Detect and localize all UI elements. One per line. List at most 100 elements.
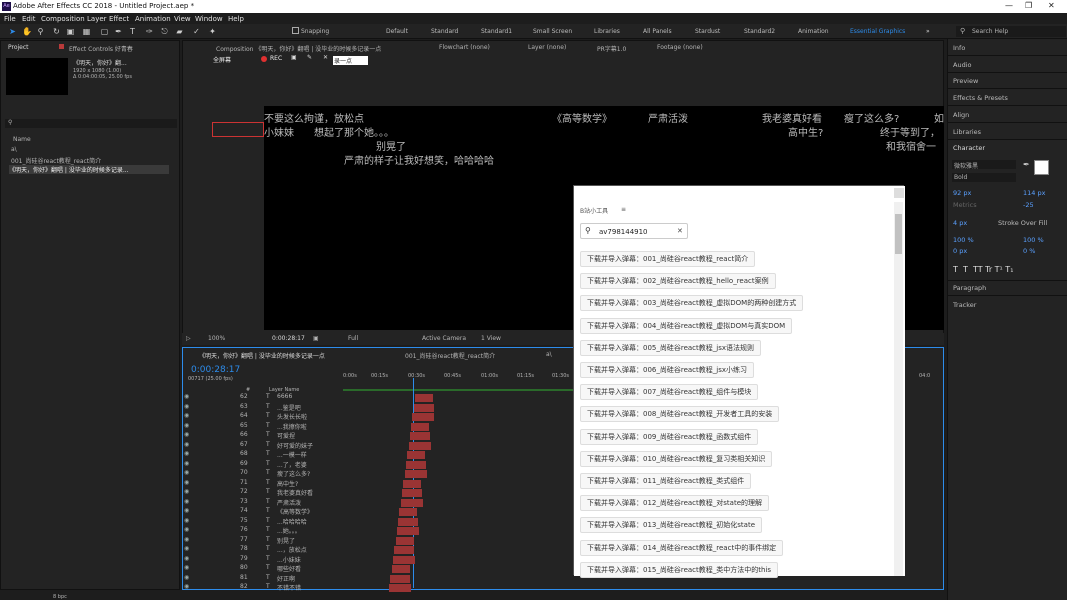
workspace-all-panels[interactable]: All Panels	[643, 28, 672, 35]
column-name-header[interactable]: Name	[13, 136, 31, 143]
download-danmaku-button[interactable]: 下载并导入弹幕：005_尚硅谷react教程_jsx语法规则	[580, 339, 762, 356]
workspace-standard[interactable]: Standard	[431, 28, 458, 35]
font-family-dropdown[interactable]: 微软雅黑	[952, 160, 1016, 170]
visibility-eye-icon[interactable]: ◉	[184, 564, 189, 571]
layer-duration-bar[interactable]	[415, 394, 433, 402]
layer-duration-bar[interactable]	[409, 432, 430, 440]
download-danmaku-button[interactable]: 下载并导入弹幕：003_尚硅谷react教程_虚拟DOM的两种创建方式	[580, 295, 804, 312]
work-area-bar[interactable]	[343, 389, 573, 391]
panel-audio[interactable]: Audio	[953, 61, 971, 69]
snapshot-icon[interactable]: ▣	[313, 335, 319, 342]
download-danmaku-button[interactable]: 下载并导入弹幕：013_尚硅谷react教程_初始化state	[580, 517, 763, 534]
resolution-dropdown[interactable]: Full	[348, 335, 358, 342]
rotate-tool-icon[interactable]: ↻	[52, 27, 61, 36]
layer-duration-bar[interactable]	[399, 508, 418, 516]
layer-duration-bar[interactable]	[394, 546, 415, 554]
close-small-icon[interactable]: ✕	[323, 54, 328, 61]
download-danmaku-button[interactable]: 下载并导入弹幕：015_尚硅谷react教程_类中方法中的this	[580, 561, 779, 578]
tab-composition[interactable]: Composition 《明天，你好》翻唱 | 没毕业的时候多记录一点	[216, 44, 381, 53]
pen-tool-icon[interactable]: ✒	[114, 27, 123, 36]
tab-project[interactable]: Project	[8, 44, 29, 51]
menu-effect[interactable]: Effect	[109, 15, 129, 23]
visibility-eye-icon[interactable]: ◉	[184, 441, 189, 448]
layer-row[interactable]: ◉ 63 T ...鉴是吧	[182, 403, 337, 412]
download-danmaku-button[interactable]: 下载并导入弹幕：011_尚硅谷react教程_类式组件	[580, 473, 752, 489]
leading-value[interactable]: 114 px	[1023, 189, 1045, 197]
close-icon[interactable]: ✕	[1048, 1, 1055, 10]
clone-stamp-tool-icon[interactable]: ⎋	[160, 27, 169, 36]
selection-tool-icon[interactable]: ➤	[8, 27, 17, 36]
visibility-eye-icon[interactable]: ◉	[184, 403, 189, 410]
layer-row[interactable]: ◉ 78 T ...，放松点	[182, 545, 337, 554]
workspace-animation[interactable]: Animation	[798, 28, 829, 35]
layer-row[interactable]: ◉ 68 T ...一模一样	[182, 450, 337, 459]
horizontal-scale-value[interactable]: 100 %	[1023, 236, 1044, 244]
layer-row[interactable]: ◉ 62 T 6666	[182, 393, 337, 402]
layer-duration-bar[interactable]	[405, 460, 426, 469]
visibility-eye-icon[interactable]: ◉	[184, 431, 189, 438]
visibility-eye-icon[interactable]: ◉	[184, 517, 189, 524]
visibility-eye-icon[interactable]: ◉	[184, 393, 189, 400]
download-danmaku-button[interactable]: 下载并导入弹幕：014_尚硅谷react教程_react中的事件绑定	[580, 539, 784, 556]
download-danmaku-button[interactable]: 下载并导入弹幕：012_尚硅谷react教程_对state的理解	[580, 495, 770, 512]
edit-text-field[interactable]: 录一点	[333, 56, 368, 65]
maximize-icon[interactable]: ❐	[1025, 1, 1032, 10]
layer-row[interactable]: ◉ 73 T 严肃活泼	[182, 498, 337, 507]
workspace-libraries[interactable]: Libraries	[594, 28, 620, 35]
tab-pr-font[interactable]: PR字幕1.0	[597, 44, 626, 53]
visibility-eye-icon[interactable]: ◉	[184, 469, 189, 476]
always-preview-icon[interactable]: ▷	[186, 335, 191, 342]
bili-close-icon[interactable]	[894, 188, 904, 198]
font-style-dropdown[interactable]: Bold	[952, 173, 1016, 182]
menu-view[interactable]: View	[174, 15, 191, 23]
panel-effects-presets[interactable]: Effects & Presets	[953, 94, 1008, 102]
layer-duration-bar[interactable]	[403, 479, 422, 488]
camera-dropdown[interactable]: Active Camera	[422, 335, 466, 342]
fill-color-swatch[interactable]	[1034, 160, 1049, 175]
layer-duration-bar[interactable]	[411, 422, 430, 431]
eraser-tool-icon[interactable]: ▰	[175, 27, 184, 36]
menu-composition[interactable]: Composition	[41, 15, 85, 23]
menu-window[interactable]: Window	[195, 15, 223, 23]
clear-search-icon[interactable]: ✕	[677, 227, 683, 235]
layer-duration-bar[interactable]	[400, 498, 423, 507]
layer-duration-bar[interactable]	[389, 584, 411, 592]
scrollbar-thumb[interactable]	[895, 214, 902, 254]
panel-paragraph[interactable]: Paragraph	[953, 284, 986, 292]
workspace-default[interactable]: Default	[386, 28, 408, 35]
tab-timeline-main[interactable]: 《明天，你好》翻唱 | 没毕业的时候多记录一点	[199, 351, 325, 360]
visibility-eye-icon[interactable]: ◉	[184, 488, 189, 495]
bpc-label[interactable]: 8 bpc	[53, 594, 67, 600]
layer-duration-bar[interactable]	[392, 555, 415, 564]
vertical-scale-value[interactable]: 100 %	[953, 236, 974, 244]
visibility-eye-icon[interactable]: ◉	[184, 536, 189, 543]
layer-row[interactable]: ◉ 76 T ...她。。。	[182, 526, 337, 535]
layer-row[interactable]: ◉ 71 T 高中生?	[182, 479, 337, 488]
stroke-width-value[interactable]: 4 px	[953, 219, 967, 227]
layer-duration-bar[interactable]	[398, 517, 419, 526]
comp-timecode[interactable]: 0:00:28:17	[272, 335, 305, 342]
layer-row[interactable]: ◉ 69 T ...了，老婆	[182, 460, 337, 469]
project-item-selected[interactable]: 《明天，你好》翻唱 | 没毕业的时候多记录...	[9, 165, 169, 174]
panel-libraries[interactable]: Libraries	[953, 128, 981, 136]
download-danmaku-button[interactable]: 下载并导入弹幕：004_尚硅谷react教程_虚拟DOM与真实DOM	[580, 317, 793, 334]
stroke-type-dropdown[interactable]: Stroke Over Fill	[998, 219, 1047, 227]
visibility-eye-icon[interactable]: ◉	[184, 545, 189, 552]
visibility-eye-icon[interactable]: ◉	[184, 583, 189, 590]
download-danmaku-button[interactable]: 下载并导入弹幕：002_尚硅谷react教程_hello_react案例	[580, 273, 776, 290]
baseline-shift-value[interactable]: 0 px	[953, 247, 967, 255]
font-size-value[interactable]: 92 px	[953, 189, 971, 197]
layer-duration-bar[interactable]	[408, 441, 431, 450]
menu-file[interactable]: File	[4, 15, 16, 23]
layer-duration-bar[interactable]	[396, 527, 419, 535]
hand-tool-icon[interactable]: ✋	[22, 27, 32, 36]
camera-tool-icon[interactable]: ▣	[66, 27, 75, 36]
layer-row[interactable]: ◉ 79 T ...小妹妹	[182, 555, 337, 564]
fullscreen-button[interactable]: 全屏幕	[213, 55, 231, 64]
download-danmaku-button[interactable]: 下载并导入弹幕：010_尚硅谷react教程_复习类相关知识	[580, 450, 773, 467]
camera-snapshot-icon[interactable]: ▣	[291, 54, 297, 61]
layer-row[interactable]: ◉ 77 T 别晃了	[182, 536, 337, 545]
bili-search-input[interactable]: ⚲ av798144910 ✕	[580, 223, 688, 239]
download-danmaku-button[interactable]: 下载并导入弹幕：008_尚硅谷react教程_开发者工具的安装	[580, 406, 780, 423]
tab-footage[interactable]: Footage (none)	[657, 44, 703, 51]
